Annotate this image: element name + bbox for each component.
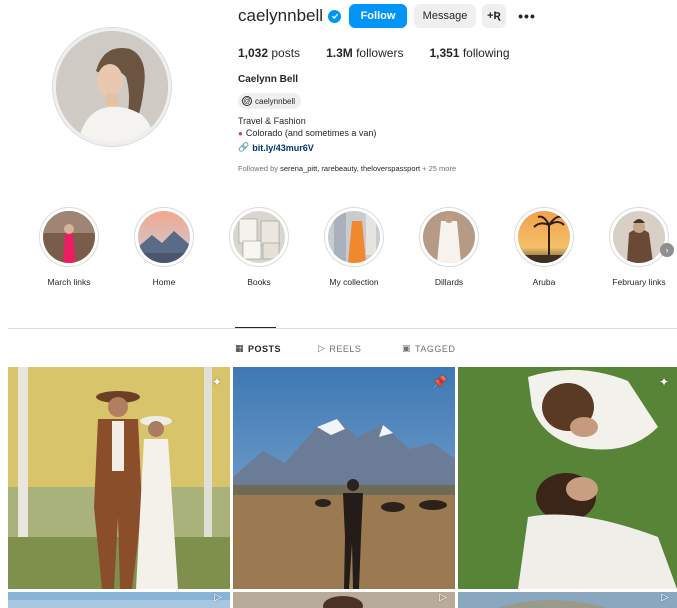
verified-badge-icon [328,9,342,23]
followers-label: followers [356,46,404,60]
posts-stat: 1,032 posts [238,46,300,60]
following-label: following [462,46,510,60]
chevron-right-icon[interactable]: › [660,243,674,257]
post-tile[interactable]: ▷ [458,592,677,608]
location-pin-icon: ● [238,129,243,138]
highlight-cover [43,211,95,263]
posts-label: posts [271,46,301,60]
tab-posts[interactable]: ▦ POSTS [235,343,281,354]
followed-by-names: serena_pitt, rarebeauty, theloverspasspo… [280,164,421,173]
post-tile[interactable]: ✦ [458,367,677,589]
highlight-my-collection[interactable]: My collection [318,207,390,287]
username: caelynnbell [238,6,324,25]
bio-link[interactable]: 🔗 bit.ly/43mur6V [238,142,314,153]
threads-handle: caelynnbell [255,96,296,106]
add-user-icon: +Ʀ [487,10,501,22]
followed-by[interactable]: Followed by serena_pitt, rarebeauty, the… [238,164,456,173]
post-image [233,592,455,608]
tabs-divider [8,328,677,329]
grid-icon: ▦ [235,343,245,353]
highlight-label: Aruba [532,277,556,287]
post-image [458,592,677,608]
post-image [233,367,455,589]
following-stat[interactable]: 1,351 following [429,46,509,60]
post-tile[interactable]: ✦ [8,367,230,589]
reels-icon: ▷ [661,592,669,603]
highlight-cover [423,211,475,263]
username-row: caelynnbell [238,3,342,29]
pinned-post-icon: ✦ [211,375,222,389]
full-name: Caelynn Bell [238,74,299,85]
pinned-post-icon: 📌 [432,375,447,389]
highlight-home[interactable]: Home [128,207,200,287]
highlight-dillards[interactable]: Dillards [413,207,485,287]
threads-badge[interactable]: @ caelynnbell [238,93,302,109]
tab-reels-label: REELS [329,343,362,354]
reels-icon: ▷ [439,592,447,603]
more-icon: ••• [518,8,536,24]
bio-line-2: ● Colorado (and sometimes a van) [238,128,376,139]
threads-icon: @ [242,96,252,106]
reels-icon: ▷ [214,592,222,603]
highlight-label: My collection [329,277,379,287]
following-count: 1,351 [429,46,460,60]
highlight-label: Books [247,277,271,287]
more-options-button[interactable]: ••• [515,4,539,28]
bio-link-text: bit.ly/43mur6V [252,142,314,153]
highlight-label: Home [152,277,176,287]
post-tile[interactable]: ▷ [233,592,455,608]
followers-count: 1.3M [326,46,353,60]
avatar-photo [56,31,168,143]
tab-posts-label: POSTS [248,343,282,354]
message-button[interactable]: Message [414,4,476,28]
highlight-cover [518,211,570,263]
follow-button[interactable]: Follow [349,4,407,28]
highlight-label: February links [612,277,666,287]
post-image [8,592,230,608]
posts-count: 1,032 [238,46,269,60]
active-tab-indicator [235,327,276,328]
reels-icon: ▷ [318,343,326,353]
post-image [8,367,230,589]
highlight-march-links[interactable]: March links [33,207,105,287]
highlight-cover [328,211,380,263]
post-image [458,367,677,589]
pinned-post-icon: ✦ [658,375,669,389]
highlight-aruba[interactable]: Aruba [508,207,580,287]
highlight-cover [233,211,285,263]
bio-line-1: Travel & Fashion [238,116,306,126]
post-tile[interactable]: ▷ [8,592,230,608]
suggest-users-button[interactable]: +Ʀ [482,4,506,28]
tab-tagged-label: TAGGED [415,343,456,354]
post-tile[interactable]: 📌 [233,367,455,589]
profile-avatar[interactable] [52,27,172,147]
highlight-cover [138,211,190,263]
highlight-label: Dillards [434,277,464,287]
bio-location: Colorado (and sometimes a van) [245,128,377,138]
followed-by-more: + 25 more [422,164,457,173]
highlight-cover [613,211,665,263]
tagged-icon: ▣ [402,343,412,353]
tab-reels[interactable]: ▷ REELS [318,343,361,354]
followers-stat[interactable]: 1.3M followers [326,46,403,60]
tab-tagged[interactable]: ▣ TAGGED [402,343,455,354]
highlight-label: March links [47,277,91,287]
followed-by-prefix: Followed by [238,164,279,173]
highlight-books[interactable]: Books [223,207,295,287]
link-icon: 🔗 [238,142,250,152]
profile-stats: 1,032 posts 1.3M followers 1,351 followi… [238,46,536,60]
